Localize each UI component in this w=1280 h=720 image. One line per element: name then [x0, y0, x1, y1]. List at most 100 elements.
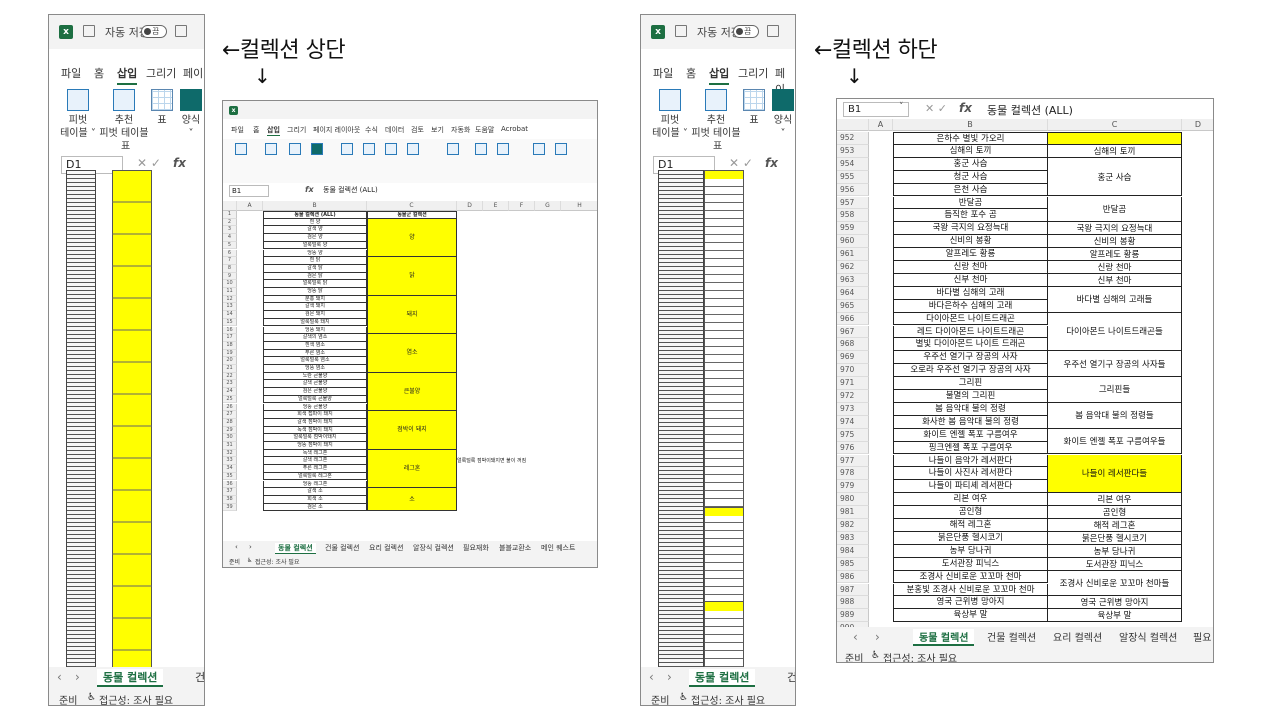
accessibility-icon[interactable]: ♿	[679, 692, 688, 703]
column-header-h[interactable]: H	[561, 201, 597, 211]
cell-b[interactable]: 분홍빛 조경사 신비로운 꼬꼬마 천마	[893, 583, 1048, 597]
column-header-c[interactable]: C	[1048, 119, 1182, 131]
row-header[interactable]: 22	[223, 372, 237, 381]
row-header[interactable]: 11	[223, 288, 237, 296]
row-header[interactable]: 30	[223, 434, 237, 442]
cell-b[interactable]: 흰 닭	[263, 257, 367, 265]
row-header[interactable]: 20	[223, 357, 237, 365]
row-header[interactable]: 10	[223, 280, 237, 288]
menu-item[interactable]: 삽입	[267, 125, 280, 136]
cell-b[interactable]: 검은 큰불양	[263, 388, 367, 396]
tab-building-collection[interactable]: 건	[787, 669, 795, 685]
tab-animal-collection[interactable]: 동물 컬렉션	[913, 629, 975, 646]
cell-b[interactable]: 갈색 닭	[263, 264, 367, 273]
merged-cell-c[interactable]: 양	[367, 218, 457, 258]
row-header[interactable]: 6	[223, 249, 237, 258]
3d-models-icon[interactable]	[407, 143, 419, 155]
row-header[interactable]: 985	[837, 557, 869, 571]
tab-egg-collection[interactable]: 알장식 컬렉션	[413, 543, 454, 553]
menu-item[interactable]: 데이터	[385, 125, 404, 135]
cancel-enter-icons[interactable]: ✕ ✓	[729, 156, 753, 170]
status-accessibility[interactable]: 접근성: 조사 필요	[691, 692, 765, 705]
tab-exchange[interactable]: 블블교환소	[499, 543, 531, 553]
cell-b[interactable]: 나들이 사진사 레서판다	[893, 467, 1048, 481]
row-header[interactable]: 962	[837, 261, 869, 274]
row-header[interactable]: 989	[837, 609, 869, 623]
row-header[interactable]: 13	[223, 303, 237, 312]
row-header[interactable]: 3	[223, 226, 237, 235]
row-header[interactable]: 23	[223, 380, 237, 389]
row-header[interactable]: 972	[837, 390, 869, 403]
merged-cell-c[interactable]: 영국 근위병 망아지	[1048, 596, 1182, 610]
tab-building-collection[interactable]: 건	[195, 669, 204, 685]
row-header[interactable]: 15	[223, 318, 237, 327]
menu-item[interactable]: 홈	[253, 125, 259, 135]
pivot-table-button[interactable]: 피벗 테이블 ˅	[59, 89, 97, 140]
cell-b[interactable]: 엉뚱 양	[263, 249, 367, 258]
merged-cell-c[interactable]: 돼지	[367, 295, 457, 335]
cell-b[interactable]: 갈색 돼지	[263, 303, 367, 312]
accessibility-icon[interactable]: ♿	[871, 650, 880, 661]
corner-cell[interactable]	[223, 201, 237, 211]
cell-b[interactable]: 나들이 음악가 레서판다	[893, 454, 1048, 468]
menu-insert[interactable]: 삽입	[709, 65, 730, 85]
row-header[interactable]: 952	[837, 132, 869, 145]
row-header[interactable]: 982	[837, 519, 869, 532]
merged-cell-c[interactable]: 신비의 봉황	[1048, 235, 1182, 249]
fx-icon[interactable]: fx	[959, 101, 972, 115]
sheet-grid[interactable]: A B C D E F G H 1 2 3 4 5 6 7 8 9 10 11 12 13 14 15 16 1…	[223, 201, 597, 541]
forms-button[interactable]: 양식 ˅	[177, 89, 204, 140]
merged-cell-c[interactable]: 곰인형	[1048, 506, 1182, 519]
row-header[interactable]: 17	[223, 334, 237, 342]
merged-cell-c[interactable]: 닭	[367, 257, 457, 296]
merged-cell-c[interactable]: 심해의 토끼	[1048, 144, 1182, 158]
tab-building-collection[interactable]: 건물 컬렉션	[325, 543, 359, 553]
name-box[interactable]: B1	[229, 185, 269, 197]
row-header[interactable]: 29	[223, 426, 237, 435]
row-header[interactable]: 963	[837, 273, 869, 287]
status-accessibility[interactable]: 접근성: 조사 필요	[99, 692, 173, 705]
menu-item[interactable]: 그리기	[287, 125, 306, 135]
row-header[interactable]: 965	[837, 299, 869, 313]
cell-b[interactable]: 얼룩덜룩 큰불양	[263, 395, 367, 404]
merged-cell-c[interactable]: 붉은단풍 헬시코기	[1048, 531, 1182, 545]
row-header[interactable]: 966	[837, 312, 869, 326]
merged-cell-c[interactable]: 바다별 심해의 고래들	[1048, 286, 1182, 313]
row-header[interactable]: 975	[837, 428, 869, 442]
row-header[interactable]: 33	[223, 457, 237, 466]
tab-cooking-collection[interactable]: 요리 컬렉션	[369, 543, 403, 553]
recommended-pivot-icon[interactable]	[265, 143, 277, 155]
row-header[interactable]: 38	[223, 495, 237, 504]
cell-b[interactable]: 엉뚱 레그혼	[263, 480, 367, 489]
cell-b[interactable]: 검은 닭	[263, 272, 367, 281]
row-header[interactable]: 969	[837, 351, 869, 365]
merged-cell-c[interactable]: 나들이 레서판다들	[1048, 454, 1182, 494]
cell-b[interactable]: 엉뚱 큰불양	[263, 403, 367, 412]
cell-b[interactable]: 갈색의 염소	[263, 334, 367, 342]
fx-icon[interactable]: fx	[305, 185, 314, 194]
cell-b[interactable]: 검은 소	[263, 503, 367, 512]
cell-b[interactable]: 엉뚱 점박이 돼지	[263, 442, 367, 450]
row-header[interactable]: 19	[223, 349, 237, 358]
menu-item[interactable]: 검토	[411, 125, 424, 135]
cell-b[interactable]: 반달곰	[893, 196, 1048, 210]
fx-icon[interactable]: fx	[765, 156, 778, 170]
row-header[interactable]: 956	[837, 183, 869, 197]
row-header[interactable]: 959	[837, 222, 869, 236]
cancel-enter-icons[interactable]: ✕ ✓	[137, 156, 161, 170]
cell-b[interactable]: 화이트 엔젤 폭포 구름여우	[893, 428, 1048, 442]
cell-b[interactable]: 도서관장 피닉스	[893, 557, 1048, 571]
cell-b[interactable]: 오로라 우주선 열기구 장공의 사자	[893, 364, 1048, 378]
merged-cell-c[interactable]: 신랑 천마	[1048, 261, 1182, 274]
menu-draw[interactable]: 그리기	[146, 65, 176, 81]
row-header[interactable]: 953	[837, 144, 869, 158]
prev-sheet-icon[interactable]: ‹	[57, 670, 62, 684]
row-header[interactable]: 964	[837, 286, 869, 300]
row-header[interactable]: 9	[223, 272, 237, 281]
cell-b[interactable]: 얼룩덜룩 닭	[263, 280, 367, 288]
cell-b[interactable]: 나들이 파티셰 레서판다	[893, 480, 1048, 494]
cell-b[interactable]: 우주선 열기구 장공의 사자	[893, 351, 1048, 365]
cell-b[interactable]: 얼룩덜룩 점박이돼지	[263, 434, 367, 442]
column-header-c[interactable]: C	[367, 201, 457, 211]
row-header[interactable]: 973	[837, 402, 869, 416]
